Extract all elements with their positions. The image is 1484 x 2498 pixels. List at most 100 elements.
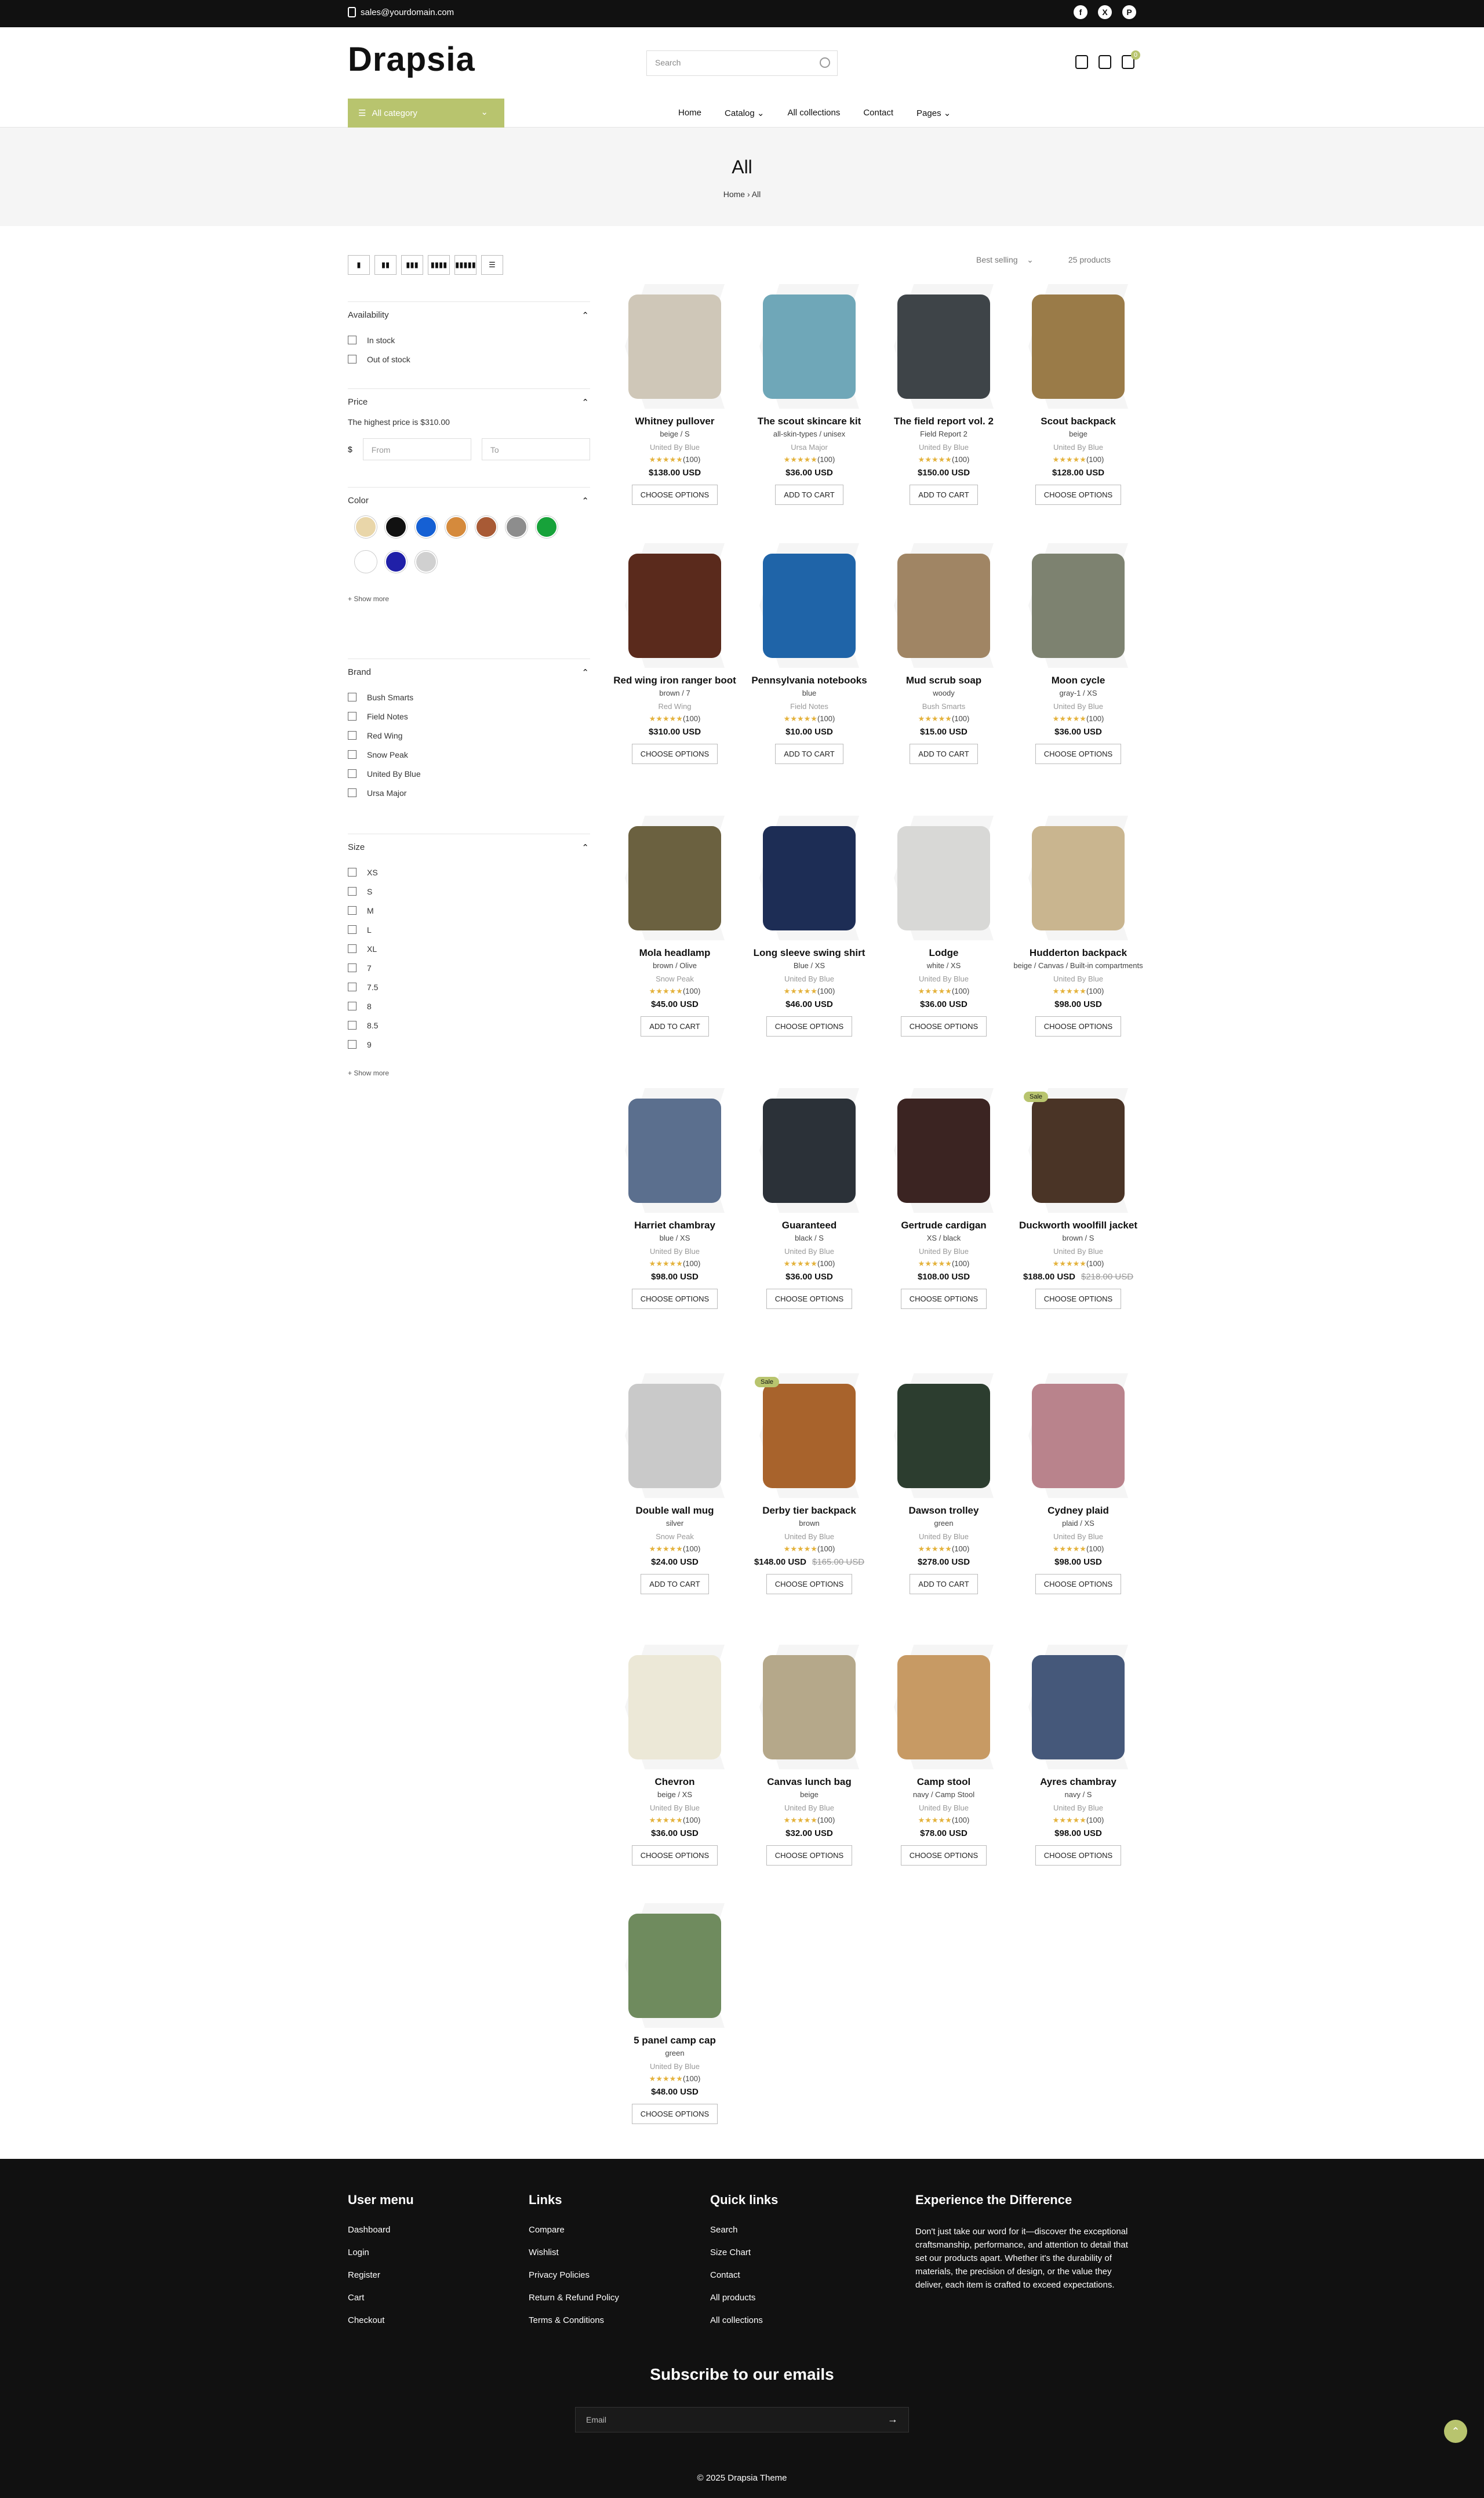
footer-link[interactable]: Login <box>348 2248 414 2270</box>
nav-item-pages[interactable]: Pages ⌄ <box>916 108 951 118</box>
product-image[interactable] <box>876 1645 1011 1769</box>
show-more-link[interactable]: + Show more <box>348 1069 590 1077</box>
product-title[interactable]: Whitney pullover <box>608 414 742 428</box>
product-card[interactable]: Gertrude cardigan XS / black United By Blu… <box>876 1088 1011 1309</box>
color-swatch[interactable] <box>536 516 558 538</box>
product-action-button[interactable]: CHOOSE OPTIONS <box>900 1289 987 1309</box>
product-title[interactable]: 5 panel camp cap <box>608 2034 742 2048</box>
sort-select[interactable]: Best selling ⌄ <box>976 255 1034 265</box>
product-title[interactable]: Canvas lunch bag <box>742 1775 876 1789</box>
color-swatch[interactable] <box>385 516 407 538</box>
product-action-button[interactable]: CHOOSE OPTIONS <box>766 1016 853 1037</box>
product-image[interactable] <box>608 1645 742 1769</box>
footer-link[interactable]: Privacy Policies <box>529 2270 619 2293</box>
product-action-button[interactable]: CHOOSE OPTIONS <box>766 1574 853 1594</box>
footer-link[interactable]: Dashboard <box>348 2225 414 2248</box>
product-image[interactable] <box>1011 816 1145 940</box>
product-card[interactable]: Guaranteed black / S United By Blue ★★★★★(1… <box>742 1088 876 1309</box>
product-action-button[interactable]: ADD TO CART <box>910 1574 978 1594</box>
product-image[interactable] <box>608 1088 742 1213</box>
checkbox[interactable] <box>348 1002 357 1010</box>
product-card[interactable]: Sale Duckworth woolfill jacket brown / S Un… <box>1011 1088 1145 1309</box>
nav-item-home[interactable]: Home <box>678 108 701 118</box>
chevron-up-icon[interactable]: ⌃ <box>581 496 589 506</box>
product-action-button[interactable]: ADD TO CART <box>910 485 978 505</box>
checkbox[interactable] <box>348 983 357 991</box>
pinterest-icon[interactable]: P <box>1122 5 1136 19</box>
filter-option[interactable]: S <box>348 882 590 901</box>
filter-option[interactable]: XL <box>348 939 590 958</box>
footer-link[interactable]: Checkout <box>348 2315 414 2338</box>
filter-option[interactable]: Field Notes <box>348 707 590 726</box>
product-action-button[interactable]: CHOOSE OPTIONS <box>900 1016 987 1037</box>
product-card[interactable]: Mola headlamp brown / Olive Snow Peak ★★★★★… <box>608 816 742 1037</box>
filter-title[interactable]: Price <box>348 397 590 407</box>
view-3-col-button[interactable]: ▮▮▮ <box>401 255 423 275</box>
product-image[interactable]: Sale <box>742 1373 876 1498</box>
filter-option[interactable]: 8.5 <box>348 1016 590 1035</box>
logo[interactable]: Drapsia <box>348 40 475 79</box>
product-image[interactable] <box>742 1088 876 1213</box>
product-action-button[interactable]: CHOOSE OPTIONS <box>631 744 718 764</box>
show-more-link[interactable]: + Show more <box>348 595 590 603</box>
filter-option[interactable]: Red Wing <box>348 726 590 745</box>
footer-link[interactable]: Wishlist <box>529 2248 619 2270</box>
product-image[interactable] <box>608 816 742 940</box>
product-image[interactable] <box>742 816 876 940</box>
product-image[interactable] <box>1011 284 1145 409</box>
product-image[interactable] <box>876 543 1011 668</box>
product-card[interactable]: The field report vol. 2 Field Report 2 Uni… <box>876 284 1011 505</box>
chevron-up-icon[interactable]: ⌃ <box>581 397 589 408</box>
product-title[interactable]: Harriet chambray <box>608 1219 742 1232</box>
nav-item-all-collections[interactable]: All collections <box>787 108 840 118</box>
filter-option[interactable]: Ursa Major <box>348 783 590 802</box>
filter-option[interactable]: 8 <box>348 997 590 1016</box>
facebook-icon[interactable]: f <box>1074 5 1087 19</box>
all-category-button[interactable]: ☰ All category ⌄ <box>348 99 504 128</box>
filter-option[interactable]: Out of stock <box>348 350 590 369</box>
product-image[interactable] <box>876 284 1011 409</box>
view-4-col-button[interactable]: ▮▮▮▮ <box>428 255 450 275</box>
product-card[interactable]: Whitney pullover beige / S United By Blue ★… <box>608 284 742 505</box>
product-card[interactable]: Dawson trolley green United By Blue ★★★★★(1… <box>876 1373 1011 1594</box>
checkbox[interactable] <box>348 944 357 953</box>
product-title[interactable]: Red wing iron ranger boot <box>608 674 742 688</box>
product-image[interactable] <box>1011 543 1145 668</box>
product-action-button[interactable]: CHOOSE OPTIONS <box>1035 1845 1122 1866</box>
footer-link[interactable]: All products <box>710 2293 778 2315</box>
product-card[interactable]: Lodge white / XS United By Blue ★★★★★(100) $… <box>876 816 1011 1037</box>
product-card[interactable]: Long sleeve swing shirt Blue / XS United B… <box>742 816 876 1037</box>
checkbox[interactable] <box>348 887 357 896</box>
color-swatch[interactable] <box>505 516 528 538</box>
product-image[interactable] <box>876 816 1011 940</box>
product-card[interactable]: Scout backpack beige United By Blue ★★★★★(1… <box>1011 284 1145 505</box>
product-action-button[interactable]: ADD TO CART <box>641 1016 709 1037</box>
price-from-input[interactable]: From <box>362 438 471 460</box>
checkbox[interactable] <box>348 925 357 934</box>
product-title[interactable]: Mud scrub soap <box>876 674 1011 688</box>
product-title[interactable]: The scout skincare kit <box>742 414 876 428</box>
product-card[interactable]: Mud scrub soap woody Bush Smarts ★★★★★(100)… <box>876 543 1011 764</box>
product-action-button[interactable]: ADD TO CART <box>641 1574 709 1594</box>
product-card[interactable]: Cydney plaid plaid / XS United By Blue ★★★★… <box>1011 1373 1145 1594</box>
filter-option[interactable]: In stock <box>348 330 590 350</box>
nav-item-contact[interactable]: Contact <box>863 108 893 118</box>
email-input[interactable]: Email → <box>575 2407 909 2432</box>
checkbox[interactable] <box>348 868 357 877</box>
footer-link[interactable]: Return & Refund Policy <box>529 2293 619 2315</box>
product-title[interactable]: Mola headlamp <box>608 946 742 960</box>
filter-title[interactable]: Size <box>348 842 590 852</box>
product-action-button[interactable]: CHOOSE OPTIONS <box>1035 485 1122 505</box>
product-image[interactable] <box>1011 1373 1145 1498</box>
compare-icon[interactable] <box>1099 55 1111 69</box>
search-icon[interactable] <box>820 57 830 68</box>
view-2-col-button[interactable]: ▮▮ <box>374 255 397 275</box>
color-swatch[interactable] <box>385 551 407 573</box>
product-image[interactable] <box>742 284 876 409</box>
scroll-to-top-button[interactable]: ⌃ <box>1444 2420 1467 2443</box>
checkbox[interactable] <box>348 731 357 740</box>
product-image[interactable] <box>608 284 742 409</box>
footer-link[interactable]: Cart <box>348 2293 414 2315</box>
color-swatch[interactable] <box>415 551 437 573</box>
product-title[interactable]: Guaranteed <box>742 1219 876 1232</box>
